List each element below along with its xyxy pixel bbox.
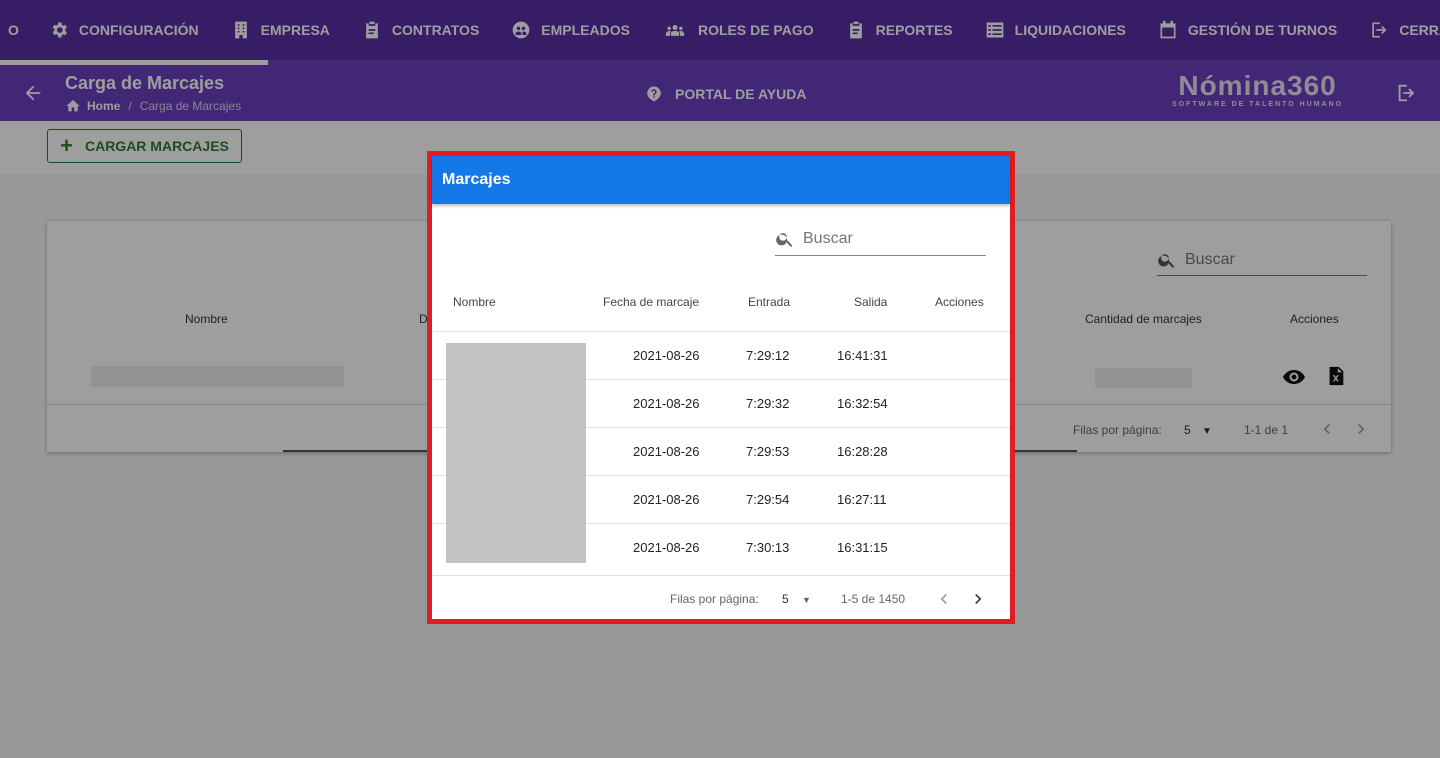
- cell-fecha: 2021-08-26: [633, 396, 700, 411]
- dialog-title: Marcajes: [442, 171, 511, 188]
- redacted-employee-names: [446, 343, 586, 563]
- chevron-right-icon: [975, 594, 982, 604]
- col-header-fecha: Fecha de marcaje: [603, 295, 700, 309]
- cell-salida: 16:31:15: [837, 540, 888, 555]
- dialog-header: Marcajes: [432, 156, 1010, 204]
- pagination-range: 1-5 de 1450: [841, 592, 906, 606]
- cell-fecha: 2021-08-26: [633, 348, 700, 363]
- prev-page-button[interactable]: [934, 589, 954, 612]
- col-header-entrada: Entrada: [748, 295, 791, 309]
- dialog-search-input[interactable]: Buscar: [775, 222, 986, 256]
- cell-fecha: 2021-08-26: [633, 540, 700, 555]
- marcajes-dialog: Marcajes Buscar Nombre Fecha de marcaje …: [427, 151, 1015, 624]
- rows-per-page-select[interactable]: 5 ▼: [782, 592, 811, 606]
- rows-per-page-value: 5: [782, 592, 789, 606]
- dialog-pagination: Filas por página: 5 ▼ 1-5 de 1450: [432, 575, 1010, 623]
- cell-salida: 16:28:28: [837, 444, 888, 459]
- col-header-acciones: Acciones: [935, 295, 984, 309]
- cell-salida: 16:41:31: [837, 348, 888, 363]
- search-icon: [776, 232, 793, 247]
- chevron-left-icon: [940, 594, 947, 604]
- cell-salida: 16:27:11: [837, 492, 887, 507]
- cell-fecha: 2021-08-26: [633, 444, 700, 459]
- cell-entrada: 7:30:13: [746, 540, 790, 555]
- cell-entrada: 7:29:32: [746, 396, 790, 411]
- cell-salida: 16:32:54: [837, 396, 888, 411]
- next-page-button[interactable]: [968, 589, 988, 612]
- col-header-nombre: Nombre: [453, 295, 496, 309]
- cell-fecha: 2021-08-26: [633, 492, 700, 507]
- rows-per-page-label: Filas por página:: [670, 592, 759, 606]
- cell-entrada: 7:29:12: [746, 348, 790, 363]
- cell-entrada: 7:29:53: [746, 444, 790, 459]
- col-header-salida: Salida: [854, 295, 888, 309]
- dropdown-caret-icon: ▼: [802, 595, 811, 605]
- dialog-search-placeholder: Buscar: [803, 229, 853, 247]
- cell-entrada: 7:29:54: [746, 492, 790, 507]
